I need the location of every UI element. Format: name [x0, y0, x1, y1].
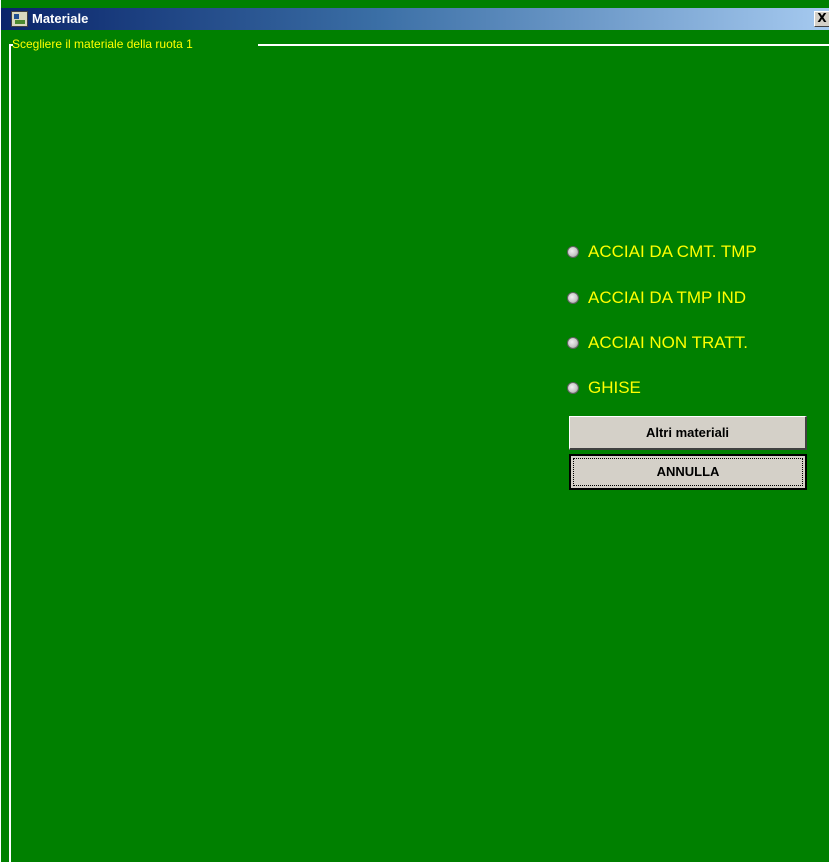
close-icon: X [817, 11, 827, 25]
radio-label: ACCIAI DA TMP IND [588, 288, 747, 307]
radio-label: GHISE [588, 378, 641, 397]
groupbox-label: Scegliere il materiale della ruota 1 [12, 37, 193, 51]
cancel-button-label: ANNULLA [573, 458, 803, 486]
radio-ghise[interactable]: GHISE [567, 377, 641, 399]
radio-acciai-tmp-ind[interactable]: ACCIAI DA TMP IND [567, 287, 746, 309]
other-materials-button[interactable]: Altri materiali [569, 416, 807, 450]
app-icon [11, 11, 28, 27]
radio-icon[interactable] [567, 382, 579, 394]
radio-acciai-cmt-tmp[interactable]: ACCIAI DA CMT. TMP [567, 241, 757, 263]
radio-label: ACCIAI NON TRATT. [588, 333, 748, 352]
radio-icon[interactable] [567, 246, 579, 258]
title-bar[interactable]: Materiale X [1, 8, 829, 30]
groupbox-border-top-right [258, 44, 829, 46]
window-title: Materiale [32, 11, 89, 26]
radio-icon[interactable] [567, 292, 579, 304]
groupbox-border-left [9, 44, 11, 862]
radio-acciai-non-tratt[interactable]: ACCIAI NON TRATT. [567, 332, 748, 354]
radio-label: ACCIAI DA CMT. TMP [588, 242, 757, 261]
material-window: Materiale X Scegliere il materiale della… [0, 0, 829, 862]
close-button[interactable]: X [814, 11, 829, 27]
radio-icon[interactable] [567, 337, 579, 349]
cancel-button[interactable]: ANNULLA [569, 454, 807, 490]
